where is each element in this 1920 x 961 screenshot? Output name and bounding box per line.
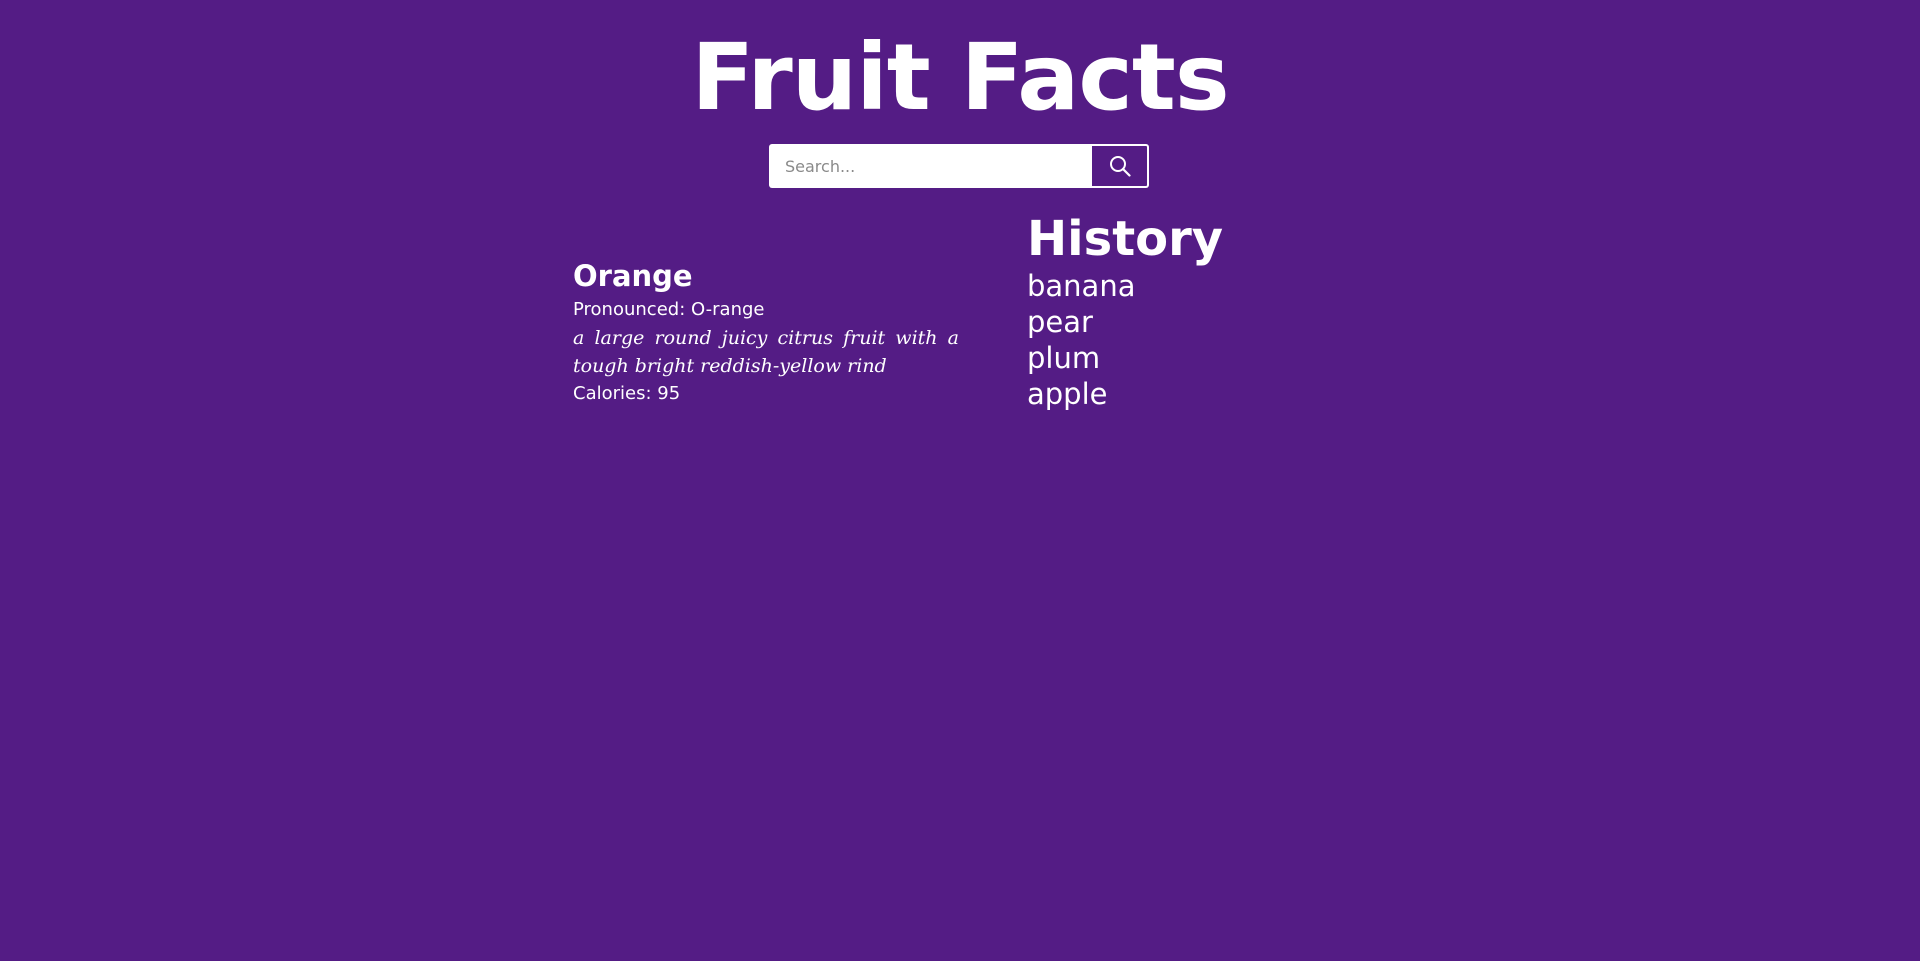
page-title: Fruit Facts <box>691 24 1229 131</box>
fruit-pronunciation: Pronounced: O-range <box>573 299 765 320</box>
fruit-name: Orange <box>573 259 693 293</box>
fruit-calories: Calories: 95 <box>573 383 681 404</box>
search-input[interactable] <box>769 144 1092 188</box>
fruit-definition: a large round juicy citrus fruit with a … <box>573 327 959 377</box>
search-bar <box>769 144 1149 188</box>
history-list: banana pear plum apple <box>1027 268 1223 412</box>
history-item-banana[interactable]: banana <box>1027 268 1223 304</box>
history-item-plum[interactable]: plum <box>1027 340 1223 376</box>
history-item-apple[interactable]: apple <box>1027 376 1223 412</box>
history-title: History <box>1027 211 1224 267</box>
search-button[interactable] <box>1092 144 1149 188</box>
result-panel: Orange Pronounced: O-range a large round… <box>573 256 963 408</box>
history-item-pear[interactable]: pear <box>1027 304 1223 340</box>
search-icon <box>1109 156 1131 177</box>
page: Fruit Facts Orange Pronounced: O-range a… <box>0 0 1920 961</box>
history-panel: History banana pear plum apple <box>1027 210 1223 412</box>
